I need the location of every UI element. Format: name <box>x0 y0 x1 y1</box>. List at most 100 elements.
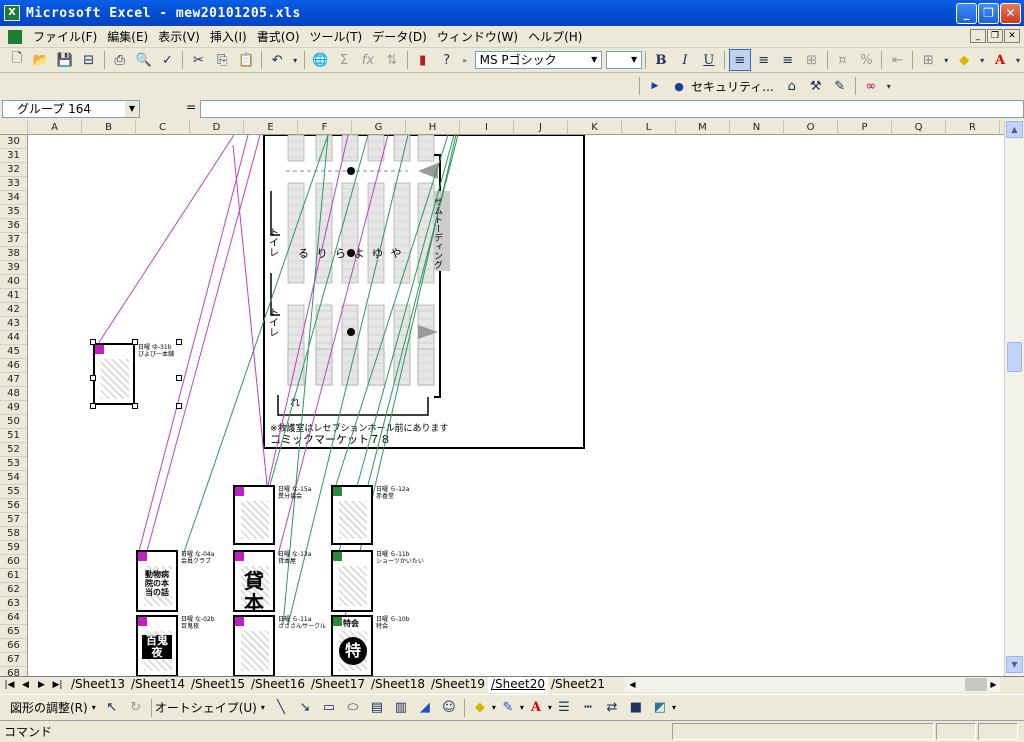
column-header-e[interactable]: E <box>244 120 298 135</box>
row-header-37[interactable]: 37 <box>0 233 27 247</box>
open-folder-icon[interactable]: 📂 <box>30 49 52 71</box>
oval-icon[interactable]: ⬭ <box>342 697 364 719</box>
close-button[interactable]: ✕ <box>1000 3 1021 24</box>
row-header-33[interactable]: 33 <box>0 177 27 191</box>
record-icon[interactable]: ● <box>668 75 690 97</box>
menu-insert[interactable]: 挿入(I) <box>205 28 252 45</box>
row-header-50[interactable]: 50 <box>0 415 27 429</box>
menu-window[interactable]: ウィンドウ(W) <box>432 28 523 45</box>
column-header-f[interactable]: F <box>298 120 352 135</box>
row-header-34[interactable]: 34 <box>0 191 27 205</box>
selection-handle[interactable] <box>90 403 96 409</box>
decrease-indent-icon[interactable]: ⇤ <box>886 49 908 71</box>
hyperlink-icon[interactable]: 🌐 <box>309 49 331 71</box>
chart-wizard-icon[interactable]: ▮ <box>412 49 434 71</box>
row-header-66[interactable]: 66 <box>0 639 27 653</box>
row-header-61[interactable]: 61 <box>0 569 27 583</box>
row-header-64[interactable]: 64 <box>0 611 27 625</box>
chevron-down-icon[interactable]: ▾ <box>941 49 951 71</box>
sheet-tab-sheet17[interactable]: /Sheet17 <box>308 677 368 693</box>
paste-icon[interactable]: 📋 <box>235 49 257 71</box>
chevron-down-icon[interactable]: ▾ <box>1013 49 1023 71</box>
menu-file[interactable]: ファイル(F) <box>28 28 102 45</box>
chevron-down-icon[interactable]: ▾ <box>492 703 496 712</box>
line-style-icon[interactable]: ☰ <box>553 697 575 719</box>
row-header-54[interactable]: 54 <box>0 471 27 485</box>
rectangle-icon[interactable]: ▭ <box>318 697 340 719</box>
chevron-down-icon[interactable]: ▾ <box>977 49 987 71</box>
play-icon[interactable]: ▶ <box>644 75 666 97</box>
minimize-button[interactable]: _ <box>956 3 977 24</box>
sheet-tab-sheet21[interactable]: /Sheet21 <box>548 677 608 693</box>
next-sheet-icon[interactable]: ▶ <box>34 678 49 692</box>
bold-button[interactable]: B <box>650 49 672 71</box>
line-icon[interactable]: ╲ <box>270 697 292 719</box>
row-header-56[interactable]: 56 <box>0 499 27 513</box>
selection-handle[interactable] <box>132 403 138 409</box>
font-color-icon[interactable]: A <box>989 49 1011 71</box>
last-sheet-icon[interactable]: ▶| <box>50 678 65 692</box>
circle-thumbnail[interactable] <box>331 550 373 612</box>
scroll-left-icon[interactable]: ◀ <box>625 677 640 692</box>
hscroll-thumb[interactable] <box>965 678 987 691</box>
row-header-62[interactable]: 62 <box>0 583 27 597</box>
menu-view[interactable]: 表示(V) <box>153 28 205 45</box>
column-header-p[interactable]: P <box>838 120 892 135</box>
chevron-down-icon[interactable]: ▾ <box>520 703 524 712</box>
vertical-scrollbar[interactable]: ▲ ▼ <box>1004 120 1024 676</box>
arrow-style-icon[interactable]: ⇄ <box>601 697 623 719</box>
chevron-down-icon[interactable]: ▼ <box>587 52 601 68</box>
toolbar-options-icon[interactable]: » <box>460 49 470 71</box>
row-header-43[interactable]: 43 <box>0 317 27 331</box>
select-objects-icon[interactable]: ↖ <box>101 697 123 719</box>
vertical-textbox-icon[interactable]: ▥ <box>390 697 412 719</box>
selection-handle[interactable] <box>176 339 182 345</box>
dash-style-icon[interactable]: ┅ <box>577 697 599 719</box>
row-header-59[interactable]: 59 <box>0 541 27 555</box>
drawing-canvas[interactable]: トイレ トイレる り ら よ ゆ やれサムトーディング ※救護室はレセプションホール… <box>28 135 1004 676</box>
scroll-up-icon[interactable]: ▲ <box>1006 121 1023 138</box>
row-header-31[interactable]: 31 <box>0 149 27 163</box>
menu-data[interactable]: データ(D) <box>367 28 432 45</box>
circle-thumbnail[interactable] <box>331 485 373 545</box>
menu-format[interactable]: 書式(O) <box>252 28 305 45</box>
arrow-icon[interactable]: ↘ <box>294 697 316 719</box>
column-header-h[interactable]: H <box>406 120 460 135</box>
spelling-icon[interactable]: ✓ <box>157 49 179 71</box>
column-header-o[interactable]: O <box>784 120 838 135</box>
textbox-icon[interactable]: ▤ <box>366 697 388 719</box>
row-header-60[interactable]: 60 <box>0 555 27 569</box>
row-header-63[interactable]: 63 <box>0 597 27 611</box>
sheet-tab-sheet16[interactable]: /Sheet16 <box>248 677 308 693</box>
chevron-down-icon[interactable]: ▼ <box>125 101 139 117</box>
scroll-thumb[interactable] <box>1007 342 1022 372</box>
fill-color-icon[interactable]: ◆ <box>953 49 975 71</box>
underline-button[interactable]: U <box>698 49 720 71</box>
worksheet[interactable]: ABCDEFGHIJKLMNOPQR 30 31 32 33 34 35 36 37 38 39 4… <box>0 120 1004 676</box>
wordart-icon[interactable]: ◢ <box>414 697 436 719</box>
align-right-icon[interactable]: ≡ <box>777 49 799 71</box>
undo-dropdown-icon[interactable]: ▾ <box>290 49 300 71</box>
percent-icon[interactable]: % <box>855 49 877 71</box>
design-mode-icon[interactable]: ✎ <box>829 75 851 97</box>
row-header-42[interactable]: 42 <box>0 303 27 317</box>
fill-color-icon[interactable]: ◆ <box>469 697 491 719</box>
tools-icon[interactable]: ⚒ <box>805 75 827 97</box>
row-header-30[interactable]: 30 <box>0 135 27 149</box>
row-header-51[interactable]: 51 <box>0 429 27 443</box>
rotate-icon[interactable]: ↻ <box>125 697 147 719</box>
doc-minimize-button[interactable]: _ <box>970 29 986 43</box>
italic-button[interactable]: I <box>674 49 696 71</box>
column-header-i[interactable]: I <box>460 120 514 135</box>
sort-ascending-icon[interactable]: ⇅ <box>381 49 403 71</box>
shadow-icon[interactable]: ■ <box>625 697 647 719</box>
font-size-combo[interactable]: ▼ <box>606 51 643 69</box>
chevron-down-icon[interactable]: ▼ <box>627 52 641 68</box>
menu-edit[interactable]: 編集(E) <box>102 28 153 45</box>
circle-thumbnail[interactable] <box>233 485 275 545</box>
chevron-down-icon[interactable]: ▾ <box>261 703 265 712</box>
column-header-n[interactable]: N <box>730 120 784 135</box>
sheet-tab-sheet13[interactable]: /Sheet13 <box>68 677 128 693</box>
scroll-down-icon[interactable]: ▼ <box>1006 656 1023 673</box>
cut-icon[interactable]: ✂ <box>187 49 209 71</box>
